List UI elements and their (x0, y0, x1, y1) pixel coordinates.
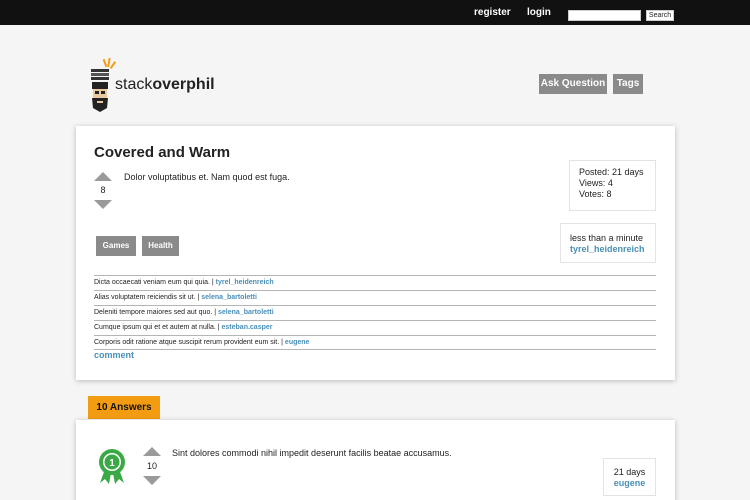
posted-stat: Posted: 21 days (579, 167, 644, 177)
logo-text-light: stack (115, 76, 153, 93)
accepted-number: 1 (109, 458, 115, 469)
question-stats: Posted: 21 days Views: 4 Votes: 8 (569, 160, 656, 211)
answer-card (76, 420, 675, 500)
logo-wordmark[interactable]: stackoverphil (115, 76, 215, 94)
answer-body: Sint dolores commodi nihil impedit deser… (172, 448, 452, 458)
logo-text-bold: overphil (152, 76, 215, 93)
answer-vote-count: 10 (146, 461, 157, 471)
comment-item: Corporis odit ratione atque suscipit rer… (94, 335, 656, 350)
search-input[interactable] (568, 10, 641, 21)
votes-stat: Votes: 8 (579, 189, 612, 199)
register-link[interactable]: register (474, 7, 511, 18)
owner-time: less than a minute (570, 233, 644, 243)
comment-user-link[interactable]: tyrel_heidenreich (216, 279, 274, 286)
comment-text: Corporis odit ratione atque suscipit rer… (94, 339, 280, 346)
question-upvote-icon[interactable] (94, 172, 112, 181)
answer-username-link[interactable]: eugene (604, 478, 655, 489)
tags-button[interactable]: Tags (613, 74, 643, 94)
comment-item: Cumque ipsum qui et et autem at nulla. |… (94, 320, 656, 335)
add-comment-link[interactable]: comment (94, 350, 134, 360)
ask-question-button[interactable]: Ask Question (539, 74, 607, 94)
question-downvote-icon[interactable] (94, 200, 112, 209)
question-title: Covered and Warm (94, 144, 231, 161)
comment-user-link[interactable]: esteban.casper (222, 324, 273, 331)
views-stat: Views: 4 (579, 178, 613, 188)
answer-owner-card: 21 days eugene (603, 458, 656, 496)
answer-downvote-icon[interactable] (143, 476, 161, 485)
comment-text: Dicta occaecati veniam eum qui quia. (94, 279, 210, 286)
question-owner-card: less than a minute tyrel_heidenreich (560, 223, 656, 263)
answers-count-badge: 10 Answers (88, 396, 160, 419)
question-vote-count: 8 (100, 185, 106, 195)
comment-user-link[interactable]: selena_bartoletti (218, 309, 274, 316)
accepted-answer-icon: 1 (99, 449, 125, 484)
phil-mascot-icon (91, 57, 117, 112)
tag-health[interactable]: Health (142, 236, 179, 256)
question-body: Dolor voluptatibus et. Nam quod est fuga… (124, 172, 290, 182)
comment-item: Alias voluptatem reiciendis sit ut. | se… (94, 290, 656, 305)
login-link[interactable]: login (527, 7, 551, 18)
comment-text: Alias voluptatem reiciendis sit ut. (94, 294, 196, 301)
answer-time: 21 days (613, 467, 646, 477)
comment-item: Deleniti tempore maiores sed aut quo. | … (94, 305, 656, 320)
search-button[interactable]: Search (646, 10, 674, 21)
tag-games[interactable]: Games (96, 236, 136, 256)
comment-user-link[interactable]: eugene (285, 339, 310, 346)
comment-text: Deleniti tempore maiores sed aut quo. (94, 309, 213, 316)
comment-item: Dicta occaecati veniam eum qui quia. | t… (94, 275, 656, 290)
owner-username-link[interactable]: tyrel_heidenreich (570, 244, 646, 255)
comment-text: Cumque ipsum qui et et autem at nulla. (94, 324, 216, 331)
top-bar: register login Search (0, 0, 750, 25)
comment-user-link[interactable]: selena_bartoletti (201, 294, 257, 301)
answer-upvote-icon[interactable] (143, 447, 161, 456)
